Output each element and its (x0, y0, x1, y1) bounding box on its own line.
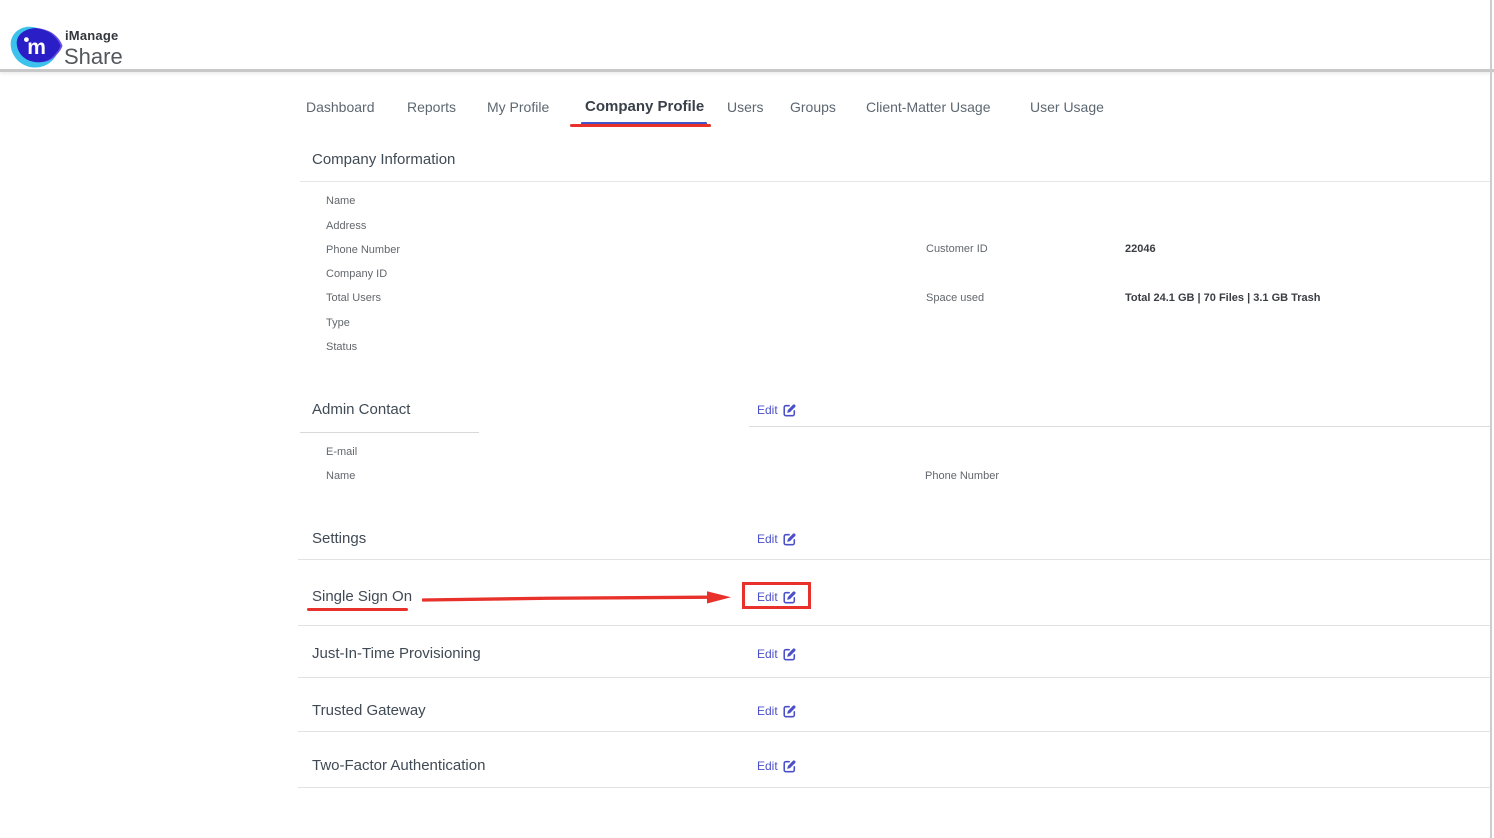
svg-text:m: m (27, 36, 46, 59)
